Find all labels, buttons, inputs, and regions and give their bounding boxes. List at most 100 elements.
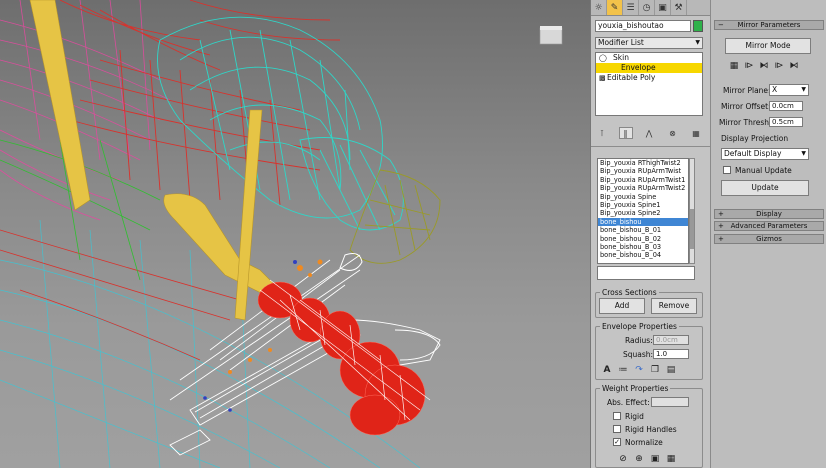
create-tab-icon[interactable]: ☼ bbox=[591, 0, 607, 15]
mirror-paste-icon[interactable]: ▦ bbox=[728, 60, 740, 72]
paste-icon[interactable]: ▤ bbox=[665, 364, 677, 376]
list-item[interactable]: Bip_youxia Spine1 bbox=[598, 201, 688, 209]
display-projection-label: Display Projection bbox=[721, 134, 789, 143]
list-item[interactable]: bone_bishou_B_03 bbox=[598, 243, 688, 251]
utilities-tab-icon[interactable]: ⚒ bbox=[671, 0, 687, 15]
modifier-stack: ◯ Skin Envelope ▩Editable Poly bbox=[595, 52, 703, 116]
remove-modifier-icon[interactable]: ⊗ bbox=[666, 127, 680, 139]
stack-item-skin[interactable]: ◯ Skin bbox=[596, 53, 702, 63]
stack-toolbar: ⊺ ‖ ⋀ ⊗ ▦ bbox=[595, 126, 703, 140]
list-item[interactable]: bone_bishou_B_04 bbox=[598, 251, 688, 259]
mirror-mode-button[interactable]: Mirror Mode bbox=[725, 38, 811, 54]
list-item[interactable]: Bip_youxia RUpArmTwist1 bbox=[598, 176, 688, 184]
gizmos-rollout-header[interactable]: + Gizmos bbox=[714, 234, 824, 244]
bones-list-scrollbar[interactable] bbox=[689, 158, 695, 264]
hierarchy-tab-icon[interactable]: ☰ bbox=[623, 0, 639, 15]
advanced-parameters-rollout-header[interactable]: + Advanced Parameters bbox=[714, 221, 824, 231]
motion-tab-icon[interactable]: ◷ bbox=[639, 0, 655, 15]
group-title: Weight Properties bbox=[600, 384, 671, 393]
configure-modifier-sets-icon[interactable]: ▦ bbox=[689, 127, 703, 139]
object-color-swatch[interactable] bbox=[693, 20, 703, 32]
expand-icon: + bbox=[718, 235, 724, 243]
rollout-title: Display bbox=[756, 210, 782, 218]
rigid-handles-label: Rigid Handles bbox=[625, 425, 677, 434]
chevron-down-icon: ▼ bbox=[695, 39, 700, 46]
copy-icon[interactable]: ❐ bbox=[649, 364, 661, 376]
select-excluded-icon[interactable]: ▣ bbox=[649, 453, 661, 465]
paste-blue-to-green-icon[interactable]: ⧑ bbox=[758, 60, 770, 72]
command-panel-tabs: ☼ ✎ ☰ ◷ ▣ ⚒ bbox=[591, 0, 710, 16]
add-cross-section-button[interactable]: Add bbox=[599, 298, 645, 314]
lightbulb-icon[interactable]: ◯ bbox=[599, 53, 607, 63]
weight-tools-icons: ⊘ ⊕ ▣ ▦ bbox=[617, 453, 677, 465]
modify-tab-icon[interactable]: ✎ bbox=[607, 0, 623, 15]
squash-spinner[interactable]: 1.0 bbox=[653, 349, 689, 359]
radius-label: Radius: bbox=[625, 336, 653, 345]
viewcube-icon[interactable] bbox=[539, 26, 563, 45]
manual-update-checkbox[interactable] bbox=[723, 166, 731, 174]
list-item[interactable]: Bip_youxia Spine2 bbox=[598, 209, 688, 217]
bones-filter-field[interactable] bbox=[597, 266, 695, 280]
list-item[interactable]: Bip_youxia RThighTwist2 bbox=[598, 159, 688, 167]
remove-cross-section-button[interactable]: Remove bbox=[651, 298, 697, 314]
list-item[interactable]: bone_bishou_B_02 bbox=[598, 235, 688, 243]
bake-weights-icon[interactable]: ▦ bbox=[665, 453, 677, 465]
mirror-offset-spinner[interactable]: 0.0cm bbox=[769, 101, 803, 111]
rigid-handles-checkbox[interactable] bbox=[613, 425, 621, 433]
list-item[interactable]: Bip_youxia RUpArmTwist2 bbox=[598, 184, 688, 192]
perspective-viewport[interactable] bbox=[0, 0, 590, 468]
scrollbar-thumb[interactable] bbox=[690, 209, 694, 249]
pin-stack-icon[interactable]: ⊺ bbox=[595, 127, 609, 139]
envelope-icons: A ≔ ↷ ❐ ▤ bbox=[601, 364, 677, 376]
mirror-rollout-panel: − Mirror Parameters Mirror Mode ▦ ⧐ ⧑ ⧐ … bbox=[710, 0, 826, 468]
mirror-offset-label: Mirror Offset: bbox=[721, 102, 771, 111]
stack-item-label: Skin bbox=[613, 53, 629, 62]
mirror-parameters-header[interactable]: − Mirror Parameters bbox=[714, 20, 824, 30]
paste-green-to-blue-verts-icon[interactable]: ⧐ bbox=[773, 60, 785, 72]
abs-effect-label: Abs. Effect: bbox=[607, 398, 650, 407]
radius-spinner[interactable]: 0.0cm bbox=[653, 335, 689, 345]
paste-green-to-blue-icon[interactable]: ⧐ bbox=[743, 60, 755, 72]
stack-item-editable-poly[interactable]: ▩Editable Poly bbox=[596, 73, 702, 83]
modifier-list-dropdown[interactable]: Modifier List ▼ bbox=[595, 37, 703, 49]
blend-icon[interactable]: ↷ bbox=[633, 364, 645, 376]
absolute-relative-icon[interactable]: A bbox=[601, 364, 613, 376]
display-rollout-header[interactable]: + Display bbox=[714, 209, 824, 219]
squash-label: Squash: bbox=[623, 350, 654, 359]
mirror-thresh-label: Mirror Thresh.: bbox=[719, 118, 774, 127]
mirror-thresh-spinner[interactable]: 0.5cm bbox=[769, 117, 803, 127]
expand-icon[interactable]: ▩ bbox=[599, 73, 607, 83]
rigid-checkbox[interactable] bbox=[613, 412, 621, 420]
falloff-icon[interactable]: ≔ bbox=[617, 364, 629, 376]
display-projection-dropdown[interactable]: Default Display ▼ bbox=[721, 148, 809, 160]
show-end-result-icon[interactable]: ‖ bbox=[618, 127, 633, 139]
mirror-plane-label: Mirror Plane: bbox=[723, 86, 771, 95]
chevron-down-icon: ▼ bbox=[801, 150, 806, 157]
make-unique-icon[interactable]: ⋀ bbox=[642, 127, 656, 139]
object-name-field[interactable]: youxia_bishoutao bbox=[595, 20, 691, 32]
rollout-title: Gizmos bbox=[756, 235, 782, 243]
list-item[interactable]: Bip_youxia Spine bbox=[598, 193, 688, 201]
command-panel: ☼ ✎ ☰ ◷ ▣ ⚒ youxia_bishoutao Modifier Li… bbox=[590, 0, 711, 468]
list-item[interactable]: bone_bishou_B_01 bbox=[598, 226, 688, 234]
bones-list[interactable]: Bip_youxia RThighTwist2 Bip_youxia RUpAr… bbox=[597, 158, 689, 264]
group-title: Envelope Properties bbox=[600, 322, 679, 331]
wireframe-scene bbox=[0, 0, 563, 468]
list-item-selected[interactable]: bone_bishou bbox=[598, 217, 688, 227]
manual-update-label: Manual Update bbox=[735, 166, 792, 175]
stack-item-label: Editable Poly bbox=[607, 73, 656, 82]
abs-effect-spinner[interactable] bbox=[651, 397, 689, 407]
rollout-title: Advanced Parameters bbox=[730, 222, 808, 230]
display-tab-icon[interactable]: ▣ bbox=[655, 0, 671, 15]
update-button[interactable]: Update bbox=[721, 180, 809, 196]
group-title: Cross Sections bbox=[600, 288, 659, 297]
include-verts-icon[interactable]: ⊕ bbox=[633, 453, 645, 465]
paste-blue-to-green-verts-icon[interactable]: ⧑ bbox=[788, 60, 800, 72]
exclude-verts-icon[interactable]: ⊘ bbox=[617, 453, 629, 465]
collapse-icon: − bbox=[718, 21, 724, 29]
list-item[interactable]: Bip_youxia RUpArmTwist bbox=[598, 167, 688, 175]
mirror-plane-dropdown[interactable]: X ▼ bbox=[769, 84, 809, 96]
stack-item-envelope[interactable]: Envelope bbox=[596, 63, 702, 73]
normalize-checkbox[interactable]: ✓ bbox=[613, 438, 621, 446]
normalize-label: Normalize bbox=[625, 438, 663, 447]
